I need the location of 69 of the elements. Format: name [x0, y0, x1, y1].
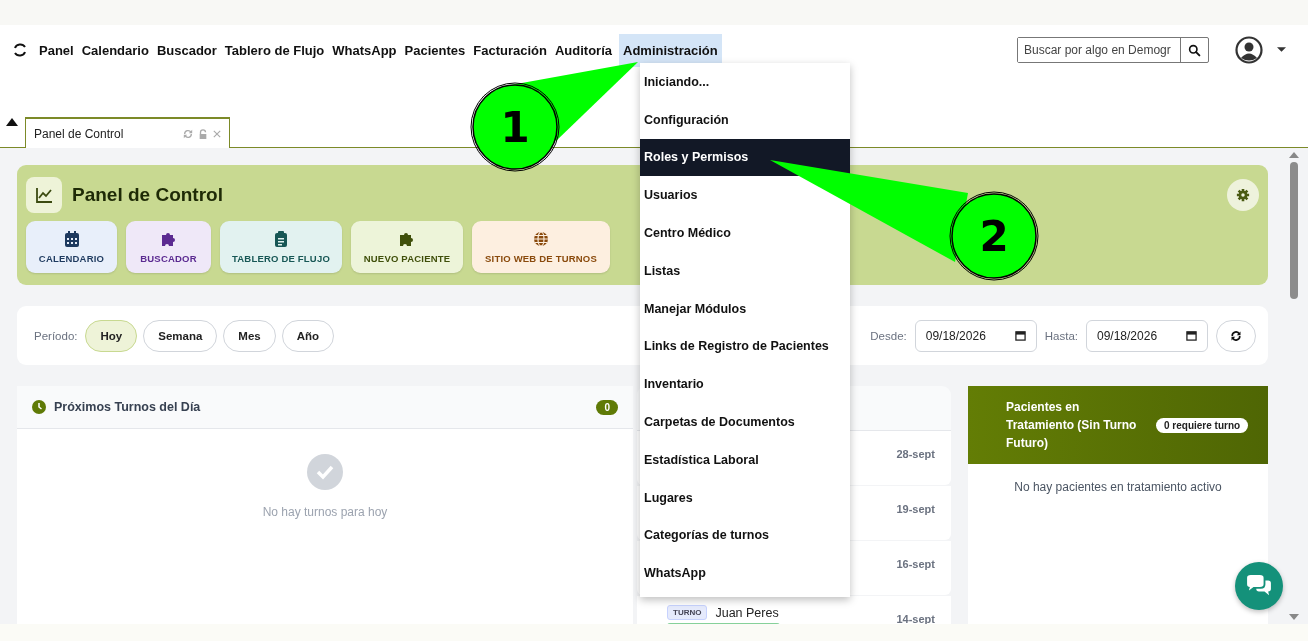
calendar-icon: [64, 230, 79, 247]
empty-message: No hay turnos para hoy: [262, 505, 388, 519]
clock-icon: [32, 400, 46, 414]
menu-item[interactable]: Manejar Módulos: [640, 289, 751, 328]
menu-item[interactable]: WhatsApp: [640, 554, 710, 593]
date-field[interactable]: 09/18/2026: [914, 319, 1037, 352]
nav-link[interactable]: Calendario: [80, 33, 150, 67]
globe-icon: [533, 230, 549, 247]
appointment-date: 16-sept: [896, 558, 935, 570]
page-title: Panel de Control: [72, 184, 223, 206]
clipboard-icon: [275, 230, 287, 247]
nav-link[interactable]: Pacientes: [403, 33, 467, 67]
collapse-arrow-icon[interactable]: [6, 118, 18, 126]
caret-icon[interactable]: [1277, 47, 1286, 53]
shortcut-button[interactable]: TABLERO DE FLUJO: [220, 221, 342, 273]
scrollbar-thumb[interactable]: [1290, 162, 1298, 299]
period-label: Período:: [34, 329, 78, 342]
check-icon: [307, 454, 343, 490]
settings-button[interactable]: [1227, 179, 1259, 211]
menu-item[interactable]: Roles y Permisos: [640, 138, 850, 177]
user-avatar-icon[interactable]: [1235, 36, 1263, 64]
count-badge: 0: [596, 399, 618, 415]
shortcut-button[interactable]: BUSCADOR: [126, 221, 211, 273]
menu-item[interactable]: Carpetas de Documentos: [640, 403, 799, 441]
empty-message: No hay pacientes en tratamiento activo: [1013, 479, 1223, 494]
line-chart-icon: [26, 177, 62, 213]
shortcut-button[interactable]: SITIO WEB DE TURNOS: [472, 221, 610, 273]
calendar-icon[interactable]: [1014, 330, 1026, 341]
nav-link[interactable]: Buscador: [155, 33, 218, 67]
type-tag: TURNO: [667, 605, 708, 620]
period-chip[interactable]: Mes: [223, 319, 276, 352]
card-title: Pacientes en Tratamiento (Sin Turno Futuro): [1006, 399, 1138, 452]
calendar-icon[interactable]: [1186, 330, 1197, 341]
chat-bubbles-icon: [1245, 575, 1273, 597]
search-field[interactable]: Buscar por algo en Demogr: [1017, 37, 1209, 63]
menu-item[interactable]: Estadística Laboral: [640, 440, 763, 479]
scroll-down-icon[interactable]: [1289, 613, 1299, 621]
shortcut-button[interactable]: NUEVO PACIENTE: [351, 221, 463, 273]
menu-item[interactable]: Inventario: [640, 365, 708, 404]
nav-link[interactable]: WhatsApp: [331, 33, 398, 67]
status-badge: 0 requiere turno: [1156, 417, 1249, 433]
period-chip[interactable]: Año: [281, 319, 335, 352]
period-chip[interactable]: Hoy: [85, 319, 138, 352]
puzzle-icon: [160, 230, 177, 247]
menu-item[interactable]: Lugares: [640, 478, 697, 517]
menu-item[interactable]: Configuración: [640, 100, 733, 139]
menu-item[interactable]: Categorías de turnos: [640, 516, 774, 555]
menu-item[interactable]: Listas: [640, 252, 685, 290]
refresh-button[interactable]: [1216, 319, 1256, 352]
card-title: Próximos Turnos del Día: [54, 400, 201, 414]
date-field[interactable]: 09/18/2026: [1086, 319, 1208, 352]
refresh-icon: [1230, 329, 1242, 342]
menu-item[interactable]: Usuarios: [640, 176, 702, 215]
appointment-date: 19-sept: [896, 503, 935, 515]
nav-link[interactable]: Panel: [38, 33, 75, 67]
scroll-up-icon[interactable]: [1289, 151, 1299, 159]
patient-name: Juan Peres: [715, 605, 779, 620]
period-chip[interactable]: Semana: [143, 319, 218, 352]
logo-icon[interactable]: [12, 42, 28, 58]
shortcut-button[interactable]: CALENDARIO: [26, 221, 117, 273]
gear-icon: [1236, 188, 1250, 202]
nav-link[interactable]: Tablero de Flujo: [223, 33, 326, 67]
to-label: Hasta:: [1044, 329, 1078, 342]
menu-item[interactable]: Centro Médico: [640, 214, 735, 252]
from-label: Desde:: [870, 329, 907, 342]
puzzle-icon: [399, 230, 415, 247]
menu-item[interactable]: Links de Registro de Pacientes: [640, 327, 833, 366]
appointment-date: 28-sept: [896, 448, 935, 460]
search-icon: [1188, 43, 1201, 57]
